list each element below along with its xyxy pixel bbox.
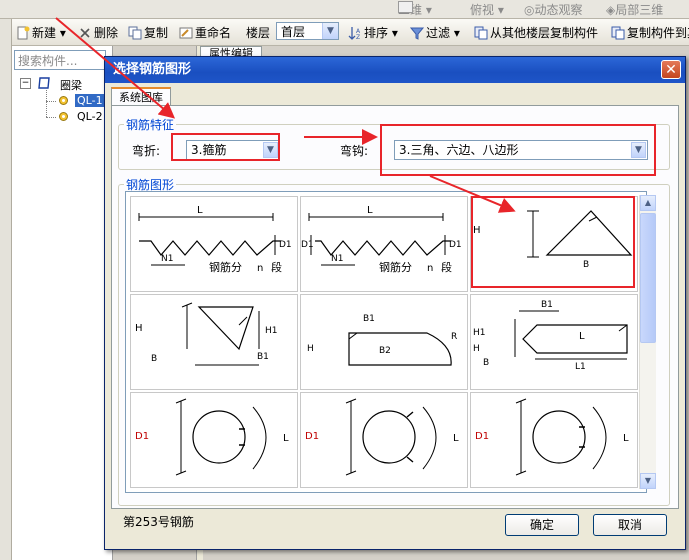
- arrow-to-feature: [55, 17, 176, 119]
- annotation-arrows: [55, 17, 516, 213]
- arrow-to-shape: [429, 175, 516, 213]
